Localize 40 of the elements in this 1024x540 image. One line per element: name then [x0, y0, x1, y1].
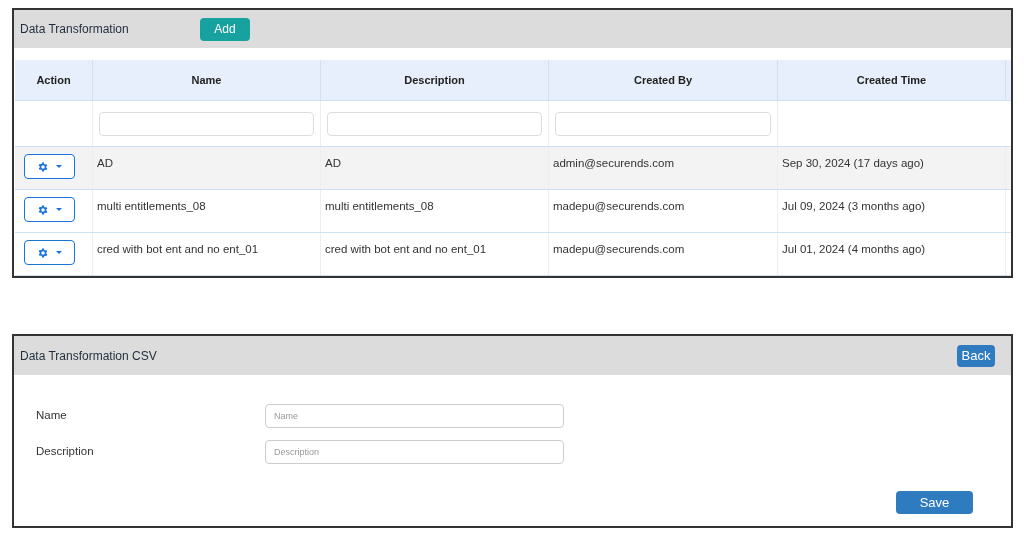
table-cell: AD	[325, 157, 341, 169]
caret-icon	[56, 207, 62, 212]
table-cell: madepu@securends.com	[553, 243, 685, 255]
column-header: Description	[321, 60, 549, 100]
action-dropdown-button[interactable]	[24, 197, 75, 222]
input-field[interactable]: Description	[265, 440, 564, 464]
column-header: Created By	[549, 60, 778, 100]
table-cell: Sep 30, 2024 (17 days ago)	[782, 157, 924, 169]
filter-field[interactable]	[327, 111, 542, 136]
table-row[interactable]: multi entitlements_08 multi entitlements_08 madepu@securends.com Jul 09, 2024 (3 months ago)	[15, 190, 1011, 233]
filter-field[interactable]	[555, 111, 771, 136]
column-header: Name	[93, 60, 321, 100]
gear-icon	[37, 203, 49, 216]
input-field[interactable]: Name	[265, 404, 564, 428]
table-cell: Jul 09, 2024 (3 months ago)	[782, 200, 926, 212]
table-cell: Jul 01, 2024 (4 months ago)	[782, 243, 926, 255]
table-cell: admin@securends.com	[553, 157, 674, 169]
table-cell: multi entitlements_08	[97, 200, 206, 212]
panel-title: Data Transformation CSV	[20, 347, 157, 365]
column-header: Created Time	[778, 60, 1006, 100]
table-cell: madepu@securends.com	[553, 200, 685, 212]
table-row[interactable]: cred with bot ent and no ent_01 cred with bot ent and no ent_01 madepu@securends.com Jul 01, 2024 (4 months ago)	[15, 233, 1011, 276]
gear-icon	[37, 246, 49, 259]
table-cell: multi entitlements_08	[325, 200, 434, 212]
back-button[interactable]: Back	[957, 344, 995, 367]
panel-title: Data Transformation	[20, 21, 130, 38]
filter-field[interactable]	[99, 111, 314, 136]
table-row[interactable]: AD AD admin@securends.com Sep 30, 2024 (17 days ago)	[15, 147, 1011, 190]
table-cell: cred with bot ent and no ent_01	[97, 243, 259, 255]
gear-icon	[37, 160, 49, 173]
table-cell: AD	[97, 157, 113, 169]
caret-icon	[56, 250, 62, 255]
save-button[interactable]: Save	[896, 491, 973, 514]
column-header: Action	[15, 60, 93, 100]
caret-icon	[56, 164, 62, 169]
table-cell: cred with bot ent and no ent_01	[325, 243, 487, 255]
field-label: Name	[35, 408, 68, 424]
action-dropdown-button[interactable]	[24, 154, 75, 179]
field-label: Description	[35, 444, 95, 460]
action-dropdown-button[interactable]	[24, 240, 75, 265]
